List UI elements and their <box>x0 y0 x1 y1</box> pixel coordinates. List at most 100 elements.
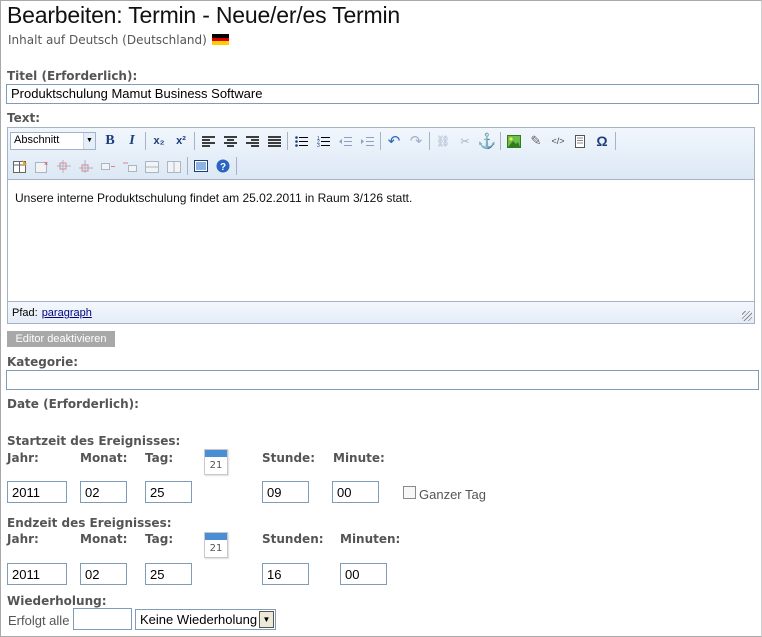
calendar-day: 21 <box>209 543 223 554</box>
html-source-icon[interactable]: </> <box>548 131 568 151</box>
outdent-icon[interactable] <box>335 131 355 151</box>
toolbar-separator <box>380 132 381 150</box>
indent-icon[interactable] <box>357 131 377 151</box>
start-monat-label: Monat: <box>80 451 128 465</box>
chevron-down-icon: ▼ <box>83 133 95 149</box>
align-justify-icon[interactable] <box>264 131 284 151</box>
italic-button[interactable]: I <box>122 131 142 151</box>
editor-deactivate-button[interactable]: Editor deaktivieren <box>7 331 115 347</box>
bullet-list-icon[interactable] <box>291 131 311 151</box>
toolbar-separator <box>236 157 237 175</box>
resize-handle-icon[interactable] <box>742 311 752 321</box>
kategorie-label: Kategorie: <box>7 355 79 369</box>
fullscreen-icon[interactable] <box>191 156 211 176</box>
bold-button[interactable]: B <box>100 131 120 151</box>
align-right-icon[interactable] <box>242 131 262 151</box>
start-stunde-input[interactable]: 09 <box>262 481 309 503</box>
toolbar-separator <box>287 132 288 150</box>
start-calendar-icon[interactable]: 21 <box>204 449 228 475</box>
editor-statusbar: Pfad: paragraph <box>8 301 754 323</box>
language-label: Inhalt auf Deutsch (Deutschland) <box>8 33 207 47</box>
start-heading: Startzeit des Ereignisses: <box>7 434 181 448</box>
path-label: Pfad: <box>12 307 38 319</box>
ganzer-tag-checkbox[interactable] <box>403 486 416 499</box>
start-stunde-label: Stunde: <box>262 451 315 465</box>
special-character-button[interactable]: Ω <box>592 131 612 151</box>
undo-icon[interactable]: ↶ <box>384 131 404 151</box>
numbered-list-icon[interactable]: 123 <box>313 131 333 151</box>
titel-label: Titel (Erforderlich): <box>7 69 138 83</box>
end-tag-input[interactable]: 25 <box>145 563 192 585</box>
wiederholung-select[interactable]: Keine Wiederholung ▼ <box>135 609 276 630</box>
start-jahr-label: Jahr: <box>7 451 39 465</box>
wiederholung-label: Wiederholung: <box>7 594 107 608</box>
superscript-button[interactable]: x² <box>171 131 191 151</box>
merge-cells-icon[interactable] <box>142 156 162 176</box>
kategorie-input[interactable] <box>6 370 759 390</box>
end-jahr-input[interactable]: 2011 <box>7 563 67 585</box>
unlink-icon[interactable]: ✂ <box>455 131 475 151</box>
align-center-icon[interactable] <box>220 131 240 151</box>
help-icon[interactable]: ? <box>213 156 233 176</box>
date-label: Date (Erforderlich): <box>7 397 139 411</box>
language-info: Inhalt auf Deutsch (Deutschland) <box>8 33 229 47</box>
insert-col-before-icon[interactable] <box>98 156 118 176</box>
svg-text:×: × <box>44 161 48 168</box>
end-monat-input[interactable]: 02 <box>80 563 127 585</box>
format-select[interactable]: Abschnitt ▼ <box>10 132 96 150</box>
toolbar-separator <box>187 157 188 175</box>
end-stunden-input[interactable]: 16 <box>262 563 309 585</box>
align-left-icon[interactable] <box>198 131 218 151</box>
split-cells-icon[interactable] <box>164 156 184 176</box>
german-flag-icon <box>211 34 229 45</box>
chevron-down-icon: ▼ <box>259 611 274 628</box>
svg-text:3: 3 <box>317 143 320 147</box>
document-icon[interactable] <box>570 131 590 151</box>
end-minuten-input[interactable]: 00 <box>340 563 387 585</box>
titel-input[interactable]: Produktschulung Mamut Business Software <box>6 84 759 104</box>
end-calendar-icon[interactable]: 21 <box>204 532 228 558</box>
toolbar-row-2: × ? <box>10 155 240 177</box>
start-minute-label: Minute: <box>333 451 385 465</box>
insert-table-icon[interactable] <box>10 156 30 176</box>
subscript-button[interactable]: x₂ <box>149 131 169 151</box>
interval-input[interactable] <box>73 608 132 630</box>
start-jahr-input[interactable]: 2011 <box>7 481 67 503</box>
end-heading: Endzeit des Ereignisses: <box>7 516 172 530</box>
image-icon[interactable] <box>504 131 524 151</box>
table-delete-icon[interactable]: × <box>32 156 52 176</box>
toolbar-separator <box>429 132 430 150</box>
format-select-value: Abschnitt <box>14 134 60 146</box>
toolbar-separator <box>500 132 501 150</box>
start-minute-input[interactable]: 00 <box>332 481 379 503</box>
path-link[interactable]: paragraph <box>42 307 92 319</box>
toolbar-separator <box>145 132 146 150</box>
link-icon[interactable]: ⛓ <box>433 131 453 151</box>
end-monat-label: Monat: <box>80 532 128 546</box>
rich-text-editor: Abschnitt ▼ B I x₂ x² 123 ↶ ↷ ⛓ ✂ ⚓ ✎ </… <box>7 127 755 324</box>
toolbar-row-1: Abschnitt ▼ B I x₂ x² 123 ↶ ↷ ⛓ ✂ ⚓ ✎ </… <box>10 130 619 152</box>
redo-icon[interactable]: ↷ <box>406 131 426 151</box>
insert-row-before-icon[interactable] <box>54 156 74 176</box>
end-stunden-label: Stunden: <box>262 532 324 546</box>
page-title: Bearbeiten: Termin - Neue/er/es Termin <box>7 2 400 28</box>
svg-text:?: ? <box>220 162 226 173</box>
toolbar-separator <box>615 132 616 150</box>
toolbar-separator <box>194 132 195 150</box>
attachment-icon[interactable]: ✎ <box>526 131 546 151</box>
end-tag-label: Tag: <box>145 532 174 546</box>
insert-row-after-icon[interactable] <box>76 156 96 176</box>
wiederholung-select-value: Keine Wiederholung <box>140 612 258 627</box>
calendar-day: 21 <box>209 460 223 471</box>
start-monat-input[interactable]: 02 <box>80 481 127 503</box>
start-tag-label: Tag: <box>145 451 174 465</box>
start-tag-input[interactable]: 25 <box>145 481 192 503</box>
editor-content[interactable]: Unsere interne Produktschulung findet am… <box>8 181 754 301</box>
ganzer-tag-label: Ganzer Tag <box>419 487 486 502</box>
erfolgt-label: Erfolgt alle <box>8 613 70 628</box>
anchor-icon[interactable]: ⚓ <box>477 131 497 151</box>
end-jahr-label: Jahr: <box>7 532 39 546</box>
insert-col-after-icon[interactable] <box>120 156 140 176</box>
text-label: Text: <box>7 111 41 125</box>
editor-toolbar: Abschnitt ▼ B I x₂ x² 123 ↶ ↷ ⛓ ✂ ⚓ ✎ </… <box>8 128 754 180</box>
